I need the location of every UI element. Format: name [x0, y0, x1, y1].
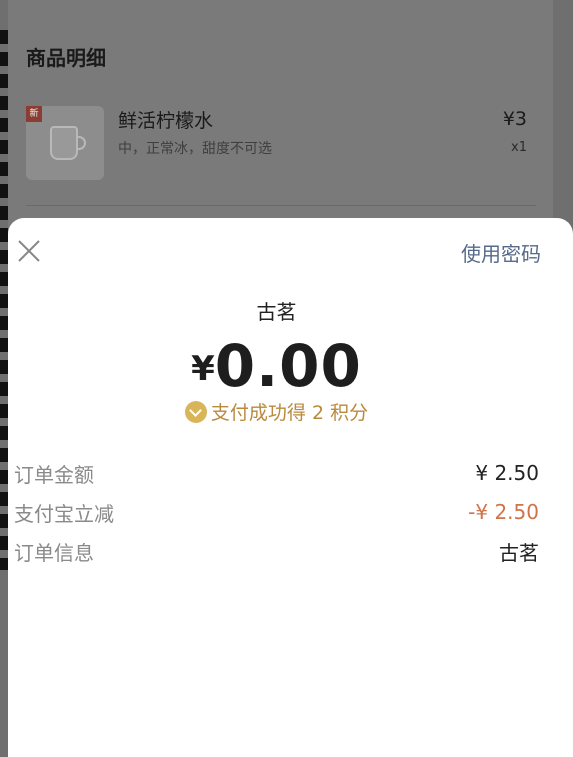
product-options: 中，正常冰，甜度不可选 — [118, 141, 272, 157]
points-reward: 支付成功得 2 积分 — [8, 398, 545, 425]
row-value: ¥ 2.50 — [475, 461, 539, 485]
new-badge: 新 — [26, 106, 42, 122]
currency-symbol: ¥ — [191, 349, 215, 389]
payment-sheet: 使用密码 古茗 ¥0.00 支付成功得 2 积分 订单金额 ¥ 2.50 支付宝… — [8, 218, 573, 757]
discount-row: 支付宝立减 -¥ 2.50 — [14, 497, 539, 527]
order-amount-row: 订单金额 ¥ 2.50 — [14, 458, 539, 488]
use-password-link[interactable]: 使用密码 — [461, 238, 541, 267]
close-icon[interactable] — [16, 238, 42, 264]
product-quantity: x1 — [511, 140, 527, 155]
coin-icon — [184, 401, 207, 423]
divider — [26, 205, 536, 206]
row-label: 支付宝立减 — [14, 501, 114, 526]
product-price: ¥3 — [502, 108, 527, 130]
row-value: -¥ 2.50 — [468, 500, 539, 524]
product-name: 鲜活柠檬水 — [118, 110, 214, 132]
payment-amount: ¥0.00 — [8, 332, 545, 400]
order-info-row[interactable]: 订单信息 古茗 — [14, 536, 539, 566]
order-detail-card: 商品明细 新 鲜活柠檬水 中，正常冰，甜度不可选 ¥3 x1 — [8, 0, 553, 240]
points-text: 支付成功得 2 积分 — [210, 402, 369, 424]
row-value: 古茗 — [499, 540, 539, 565]
dashed-edge — [0, 30, 8, 570]
order-detail-title: 商品明细 — [26, 46, 106, 70]
cup-handle — [76, 136, 86, 150]
merchant-name: 古茗 — [256, 300, 297, 324]
row-label: 订单信息 — [14, 540, 94, 565]
row-label: 订单金额 — [14, 462, 94, 487]
amount-value: 0.00 — [214, 332, 362, 400]
cup-icon — [50, 126, 78, 160]
